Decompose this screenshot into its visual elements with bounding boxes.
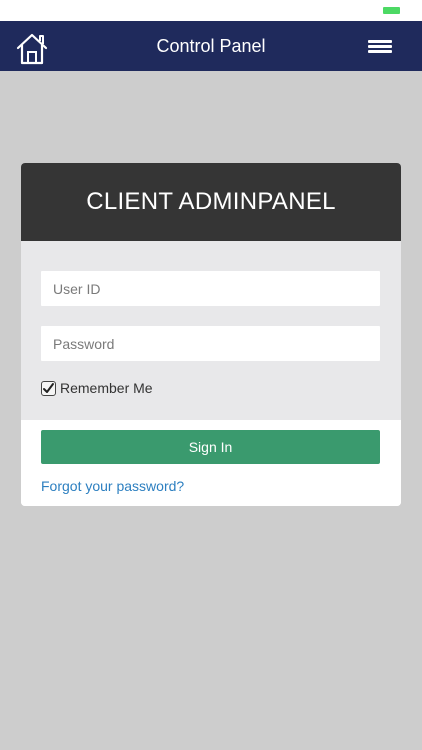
login-form: Remember Me — [21, 241, 401, 420]
login-card-footer: Sign In Forgot your password? — [21, 420, 401, 506]
login-card-title: CLIENT ADMINPANEL — [86, 188, 336, 215]
hamburger-menu-icon — [368, 40, 392, 43]
forgot-password-link[interactable]: Forgot your password? — [41, 478, 184, 494]
sign-in-button[interactable]: Sign In — [41, 430, 380, 464]
navbar: Control Panel — [0, 21, 422, 71]
home-button[interactable] — [15, 32, 49, 66]
home-icon — [16, 33, 48, 65]
password-input[interactable] — [41, 326, 380, 361]
remember-me-toggle[interactable]: Remember Me — [41, 380, 153, 396]
login-card: CLIENT ADMINPANEL Remember Me Sign In Fo… — [21, 163, 401, 506]
login-card-header: CLIENT ADMINPANEL — [21, 163, 401, 241]
status-bar — [0, 0, 422, 21]
checkmark-icon — [43, 382, 54, 393]
page-title: Control Panel — [156, 35, 266, 56]
remember-me-checkbox[interactable] — [41, 380, 56, 396]
battery-icon — [383, 7, 400, 14]
menu-button[interactable] — [368, 40, 392, 54]
user-id-input[interactable] — [41, 271, 380, 306]
remember-me-label: Remember Me — [60, 380, 153, 396]
